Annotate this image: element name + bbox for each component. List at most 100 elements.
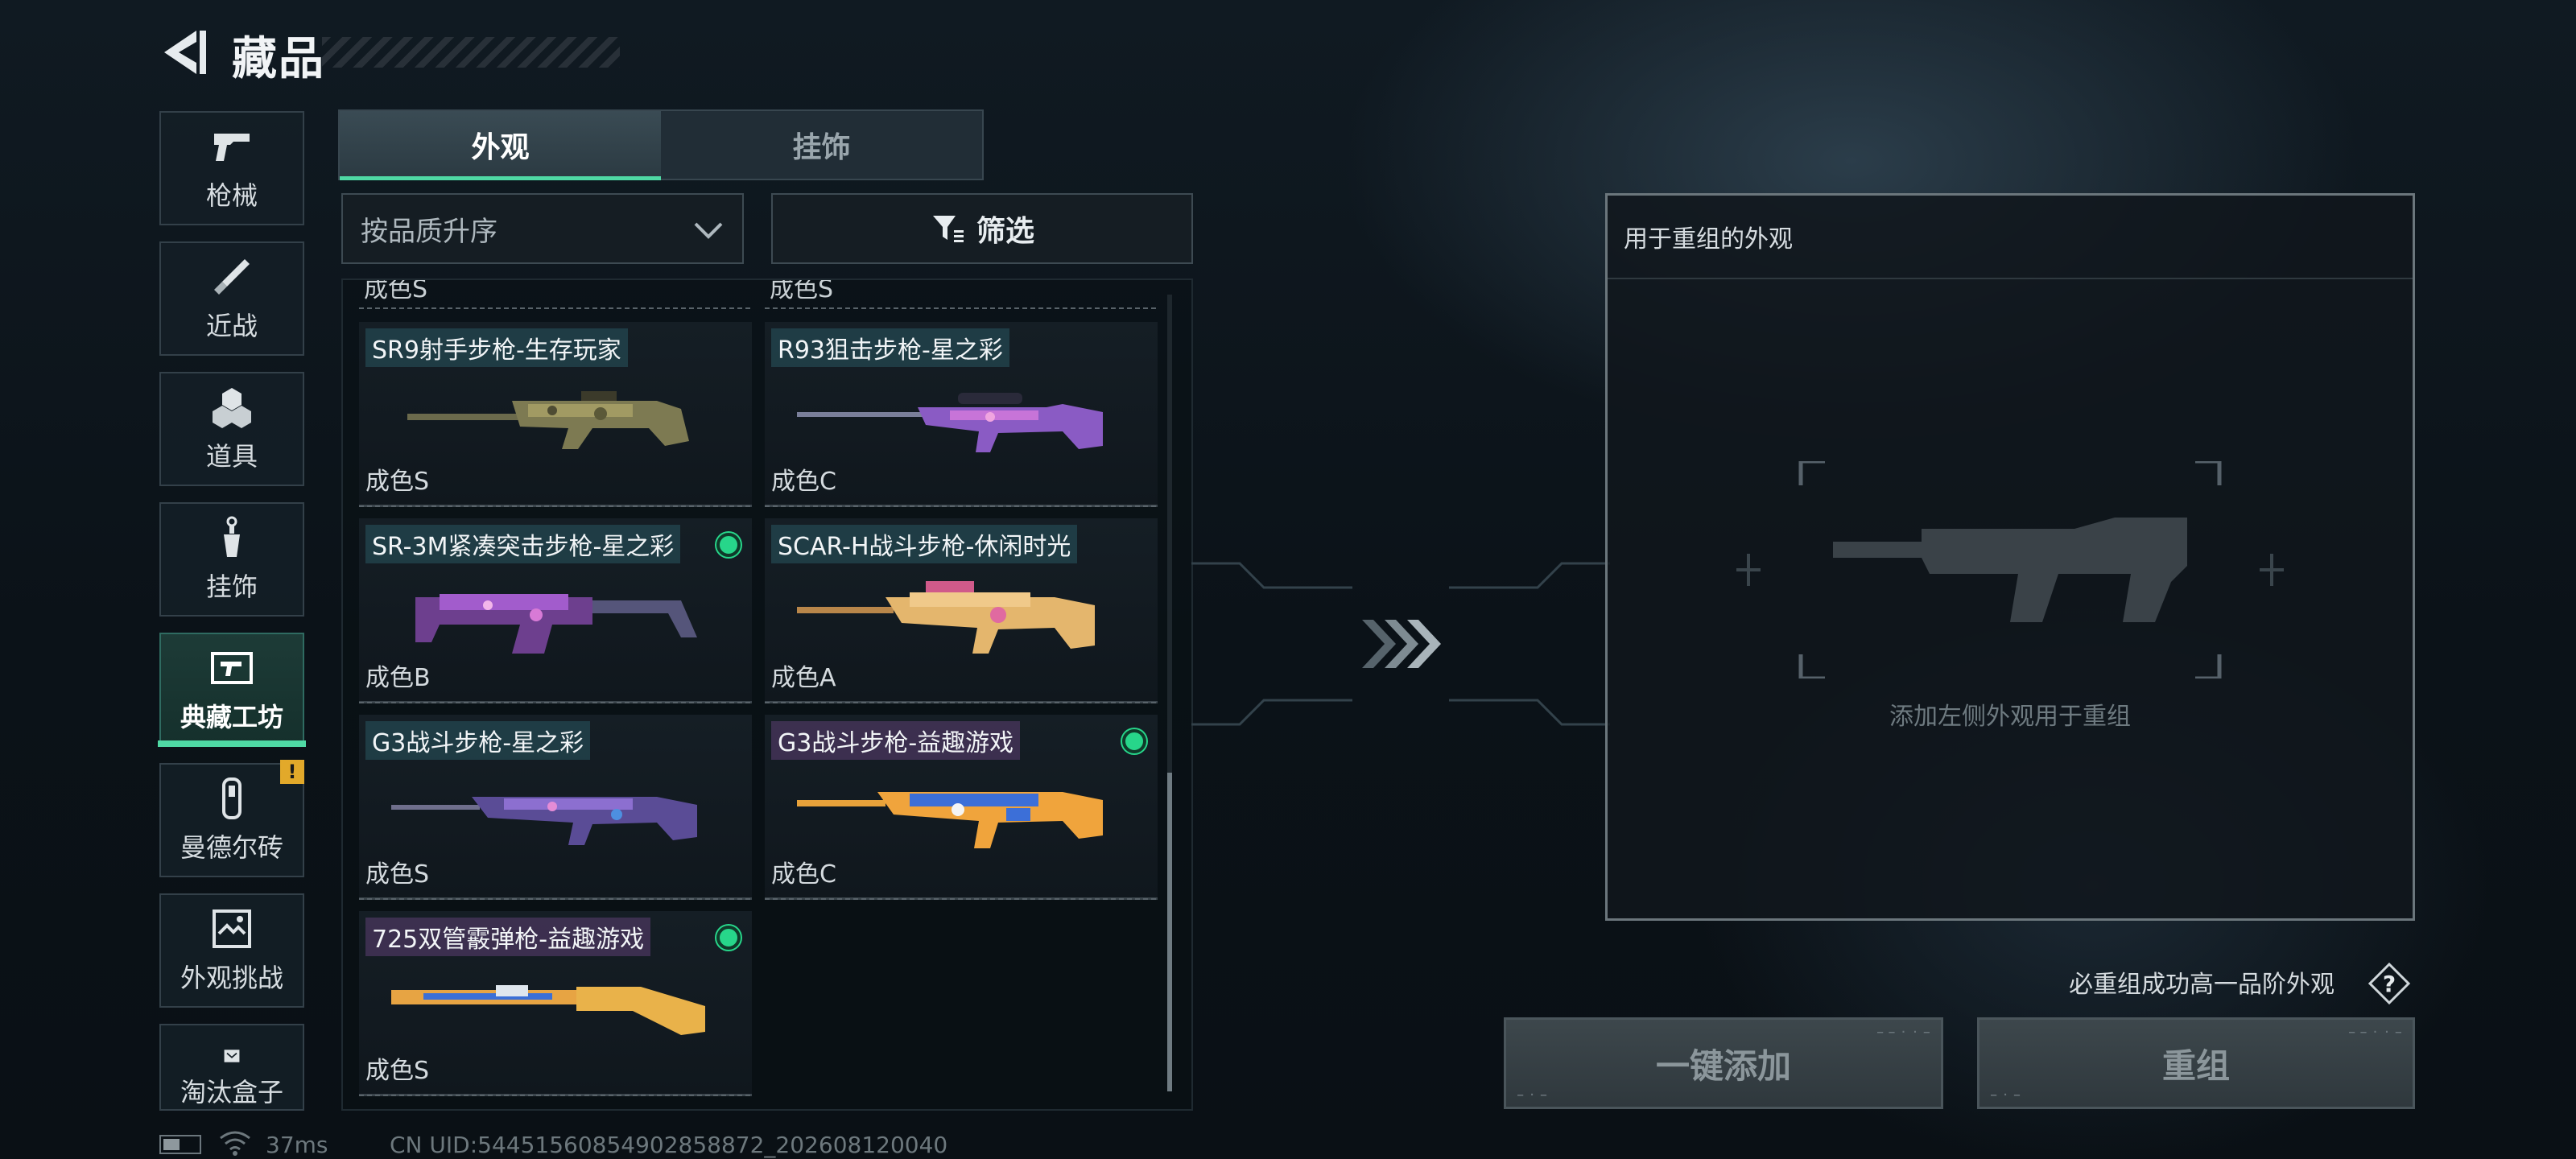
one-click-add-button[interactable]: 一键添加 — — · · — — · — bbox=[1504, 1017, 1943, 1109]
skin-grade: 成色C bbox=[771, 860, 836, 889]
challenge-icon bbox=[213, 909, 251, 948]
sidebar-item-items[interactable]: 道具 bbox=[159, 372, 304, 486]
back-arrow-icon[interactable] bbox=[158, 27, 209, 77]
skin-card[interactable]: 725双管霰弹枪-益趣游戏 成色S bbox=[359, 911, 752, 1096]
sidebar-item-guns[interactable]: 枪械 bbox=[159, 111, 304, 225]
sidebar-item-label: 道具 bbox=[205, 441, 258, 472]
list-scrollbar-thumb[interactable] bbox=[1167, 773, 1172, 1091]
skin-card[interactable]: G3战斗步枪-益趣游戏 成色C bbox=[765, 715, 1158, 900]
sidebar-item-workshop[interactable]: 典藏工坊 bbox=[159, 633, 304, 747]
skin-list[interactable]: 成色S 成色S SR9射手步枪-生存玩家 成色S R93狙击步枪-星之彩 成色C… bbox=[341, 278, 1193, 1111]
active-indicator bbox=[158, 740, 306, 747]
skin-card[interactable]: SCAR-H战斗步枪-休闲时光 成色A bbox=[765, 518, 1158, 703]
wifi-icon bbox=[220, 1131, 250, 1156]
row-divider bbox=[359, 505, 750, 509]
sidebar-item-label: 淘汰盒子 bbox=[180, 1077, 283, 1107]
shotgun-image bbox=[391, 985, 705, 1035]
row-divider bbox=[765, 898, 1156, 901]
skin-grade: 成色C bbox=[771, 468, 836, 496]
skin-grade: 成色B bbox=[365, 664, 431, 692]
skin-grade: 成色A bbox=[771, 664, 836, 692]
battle-rifle-image bbox=[797, 581, 1095, 654]
sort-selected-value: 按品质升序 bbox=[361, 215, 497, 248]
filter-label: 筛选 bbox=[976, 215, 1034, 248]
alert-badge: ! bbox=[280, 760, 304, 784]
clipped-grade-left: 成色S bbox=[364, 278, 428, 303]
row-divider bbox=[359, 1095, 750, 1098]
row-divider bbox=[765, 307, 1156, 311]
skin-name: G3战斗步枪-益趣游戏 bbox=[771, 721, 1021, 760]
recombine-label: 重组 bbox=[2161, 1046, 2230, 1086]
skin-name: R93狙击步枪-星之彩 bbox=[771, 328, 1009, 367]
svg-text:?: ? bbox=[2383, 971, 2396, 997]
pistol-icon bbox=[214, 134, 250, 161]
row-divider bbox=[359, 307, 750, 311]
chevron-down-icon bbox=[694, 222, 723, 239]
mandel-brick-icon bbox=[222, 777, 242, 819]
g3-rifle-image bbox=[391, 797, 697, 845]
sidebar-item-label: 近战 bbox=[205, 311, 258, 341]
new-badge bbox=[1122, 729, 1146, 753]
skin-name: G3战斗步枪-星之彩 bbox=[365, 721, 591, 760]
smg-image bbox=[415, 594, 697, 654]
skin-card[interactable]: SR9射手步枪-生存玩家 成色S bbox=[359, 322, 752, 507]
page-title: 藏品 bbox=[232, 33, 325, 85]
sidebar-item-label: 挂饰 bbox=[205, 571, 258, 602]
new-badge bbox=[716, 533, 741, 557]
tab-charms[interactable]: 挂饰 bbox=[661, 111, 982, 179]
box-icon bbox=[224, 1050, 240, 1062]
skin-card[interactable]: R93狙击步枪-星之彩 成色C bbox=[765, 322, 1158, 507]
skin-grade: 成色S bbox=[365, 468, 430, 496]
recombine-button[interactable]: 重组 — — · · — — · — bbox=[1977, 1017, 2415, 1109]
workshop-icon bbox=[211, 652, 253, 684]
skin-card[interactable]: G3战斗步枪-星之彩 成色S bbox=[359, 715, 752, 900]
skin-grade: 成色S bbox=[365, 1057, 430, 1085]
grenades-icon bbox=[213, 388, 251, 428]
sidebar-item-charms[interactable]: 挂饰 bbox=[159, 502, 304, 617]
recombine-hint: 添加左侧外观用于重组 bbox=[1889, 703, 2131, 731]
sniper-rifle-image bbox=[797, 393, 1103, 452]
sidebar-item-label: 曼德尔砖 bbox=[180, 832, 283, 863]
skin-name: SR9射手步枪-生存玩家 bbox=[365, 328, 628, 367]
button-decoration: — · — bbox=[1517, 1089, 1547, 1100]
button-decoration: — · — bbox=[1991, 1089, 2021, 1100]
upgrade-note: 必重组成功高一品阶外观 bbox=[2069, 971, 2334, 999]
sidebar-item-label: 枪械 bbox=[205, 180, 258, 211]
sidebar-item-label: 外观挑战 bbox=[180, 963, 283, 993]
sidebar-item-box[interactable]: 淘汰盒子 bbox=[159, 1024, 304, 1111]
skin-name: 725双管霰弹枪-益趣游戏 bbox=[365, 918, 651, 956]
new-badge bbox=[716, 926, 741, 950]
ping-readout: 37ms bbox=[266, 1132, 328, 1158]
title-decoration bbox=[322, 37, 620, 68]
skin-card[interactable]: SR-3M紧凑突击步枪-星之彩 成色B bbox=[359, 518, 752, 703]
clipped-grade-right: 成色S bbox=[770, 278, 834, 303]
sort-dropdown[interactable]: 按品质升序 bbox=[341, 193, 744, 264]
charm-icon bbox=[224, 516, 240, 557]
recombine-header: 用于重组的外观 bbox=[1608, 196, 2413, 279]
skin-tabs: 外观 挂饰 bbox=[338, 109, 984, 180]
sidebar-item-label: 典藏工坊 bbox=[180, 702, 283, 732]
sidebar-item-skin-challenge[interactable]: 外观挑战 bbox=[159, 893, 304, 1008]
button-decoration: — — · · — bbox=[1876, 1026, 1930, 1037]
battery-icon bbox=[159, 1135, 201, 1154]
row-divider bbox=[359, 898, 750, 901]
tab-appearance[interactable]: 外观 bbox=[340, 111, 661, 180]
recombine-panel: 用于重组的外观 添加左侧外观用于重组 bbox=[1605, 193, 2415, 921]
filter-button[interactable]: 筛选 bbox=[771, 193, 1193, 264]
row-divider bbox=[765, 505, 1156, 509]
skin-grade: 成色S bbox=[365, 860, 430, 889]
knife-icon bbox=[214, 259, 250, 295]
skin-name: SCAR-H战斗步枪-休闲时光 bbox=[771, 525, 1078, 563]
row-divider bbox=[765, 702, 1156, 705]
button-decoration: — — · · — bbox=[2348, 1026, 2401, 1037]
rifle-placeholder-icon bbox=[1736, 461, 2284, 678]
flow-arrows-icon bbox=[1191, 562, 1610, 726]
help-icon[interactable]: ? bbox=[2368, 963, 2410, 1004]
filter-icon bbox=[932, 216, 964, 242]
sidebar-item-melee[interactable]: 近战 bbox=[159, 241, 304, 356]
one-click-add-label: 一键添加 bbox=[1655, 1046, 1791, 1086]
skin-name: SR-3M紧凑突击步枪-星之彩 bbox=[365, 525, 681, 563]
rifle-image bbox=[407, 391, 689, 449]
row-divider bbox=[359, 702, 750, 705]
recombine-title: 用于重组的外观 bbox=[1624, 225, 1793, 254]
